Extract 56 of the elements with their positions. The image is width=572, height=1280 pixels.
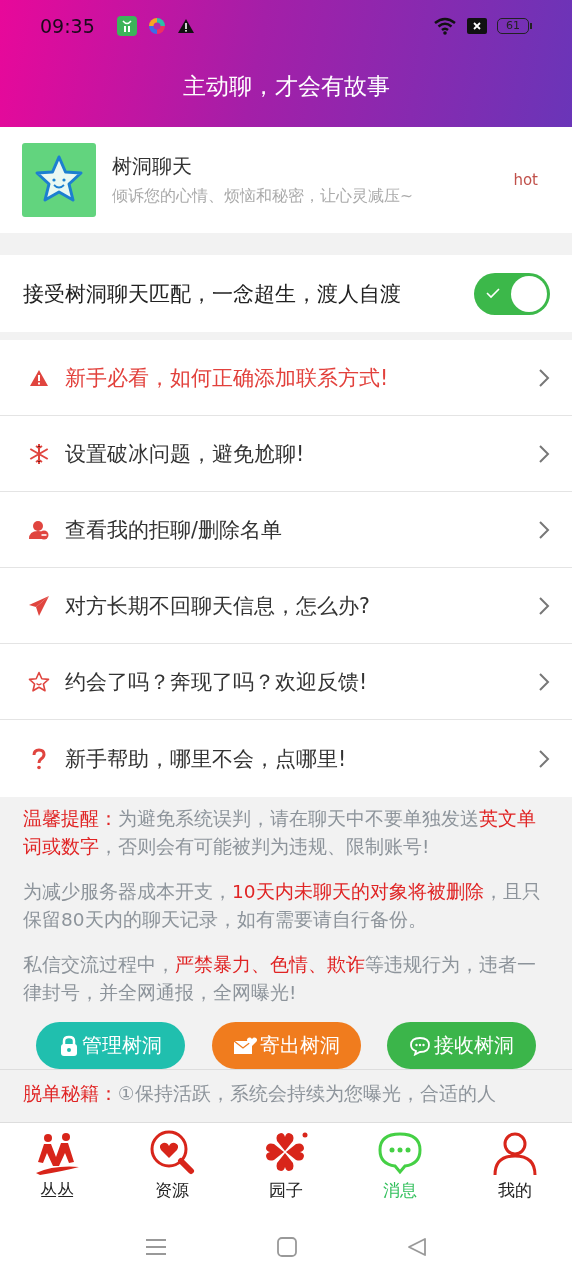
status-time: 09:35 [40,15,95,37]
page-title: 主动聊，才会有故事 [181,72,391,101]
menu-label: 设置破冰问题，避免尬聊! [65,440,306,468]
app-notification-icon [116,16,137,36]
notice-text: 为减少服务器成本开支，10天内未聊天的对象将被删除，且只保留80天内的聊天记录，如有需要请自行备份。 [22,880,542,932]
menu-item[interactable]: 约会了吗？奔现了吗？欢迎反馈! [0,644,572,720]
nav-tab[interactable]: 资源 [114,1123,229,1212]
heart-search-icon [148,1129,195,1175]
match-label: 接受树洞聊天匹配，一念超生，渡人自渡 [23,280,402,308]
star-face-icon [28,670,50,693]
nav-tab[interactable]: 园子 [228,1123,344,1212]
user-minus-icon [29,519,49,540]
chevron-right-icon [538,595,550,616]
warning-icon [176,18,195,34]
toggle-switch[interactable] [474,272,550,315]
menu-item[interactable]: 新手必看，如何正确添加联系方式! [0,340,572,416]
menu-label: 新手帮助，哪里不会，点哪里! [65,745,348,773]
menu-label: 新手必看，如何正确添加联系方式! [65,364,390,392]
back-icon[interactable] [407,1237,427,1257]
notice-text: 温馨提醒：为避免系统误判，请在聊天中不要单独发送英文单词或数字，否则会有可能被判为违规、限制账号! [22,807,537,859]
chevron-right-icon [538,748,550,769]
chevron-right-icon [538,443,550,464]
chat-bubble-icon [377,1131,424,1175]
paper-plane-icon [28,594,50,617]
warning-icon [29,368,49,387]
star-face-icon [22,143,96,217]
menu-icon[interactable] [145,1238,167,1256]
user-icon [491,1131,538,1175]
menu-item[interactable]: 对方长期不回聊天信息，怎么办? [0,568,572,644]
menu-label: 约会了吗？奔现了吗？欢迎反馈! [65,668,369,696]
sim-off-icon [467,18,487,34]
battery-level: 61 [497,18,529,34]
menu-label: 查看我的拒聊/删除名单 [65,516,283,544]
envelope-heart-icon [232,1035,257,1056]
app-notification-icon [146,16,167,36]
nav-tab[interactable]: 丛丛 [0,1123,115,1212]
menu-item[interactable]: 新手帮助，哪里不会，点哪里! [0,720,572,797]
menu-label: 对方长期不回聊天信息，怎么办? [65,592,371,620]
feature-title: 树洞聊天 [112,153,193,180]
wifi-icon [433,17,457,35]
lock-icon [59,1034,79,1057]
chevron-right-icon [538,367,550,388]
feature-card[interactable]: 树洞聊天 倾诉您的心情、烦恼和秘密，让心灵减压~ hot [0,127,572,233]
menu-item[interactable]: 查看我的拒聊/删除名单 [0,492,572,568]
check-icon [486,286,500,299]
question-icon [31,747,47,770]
home-icon[interactable] [277,1237,297,1257]
feature-subtitle: 倾诉您的心情、烦恼和秘密，让心灵减压~ [112,186,414,207]
hot-label: hot [513,171,538,189]
snowflake-icon [28,442,50,465]
nav-tab[interactable]: 我的 [457,1123,572,1212]
chevron-right-icon [538,519,550,540]
notice-text: 私信交流过程中，严禁暴力、色情、欺诈等违规行为，违者一律封号，并全网通报，全网曝光! [22,953,537,1005]
chevron-right-icon [538,671,550,692]
chat-bubble-icon [409,1035,431,1056]
menu-item[interactable]: 设置破冰问题，避免尬聊! [0,416,572,492]
